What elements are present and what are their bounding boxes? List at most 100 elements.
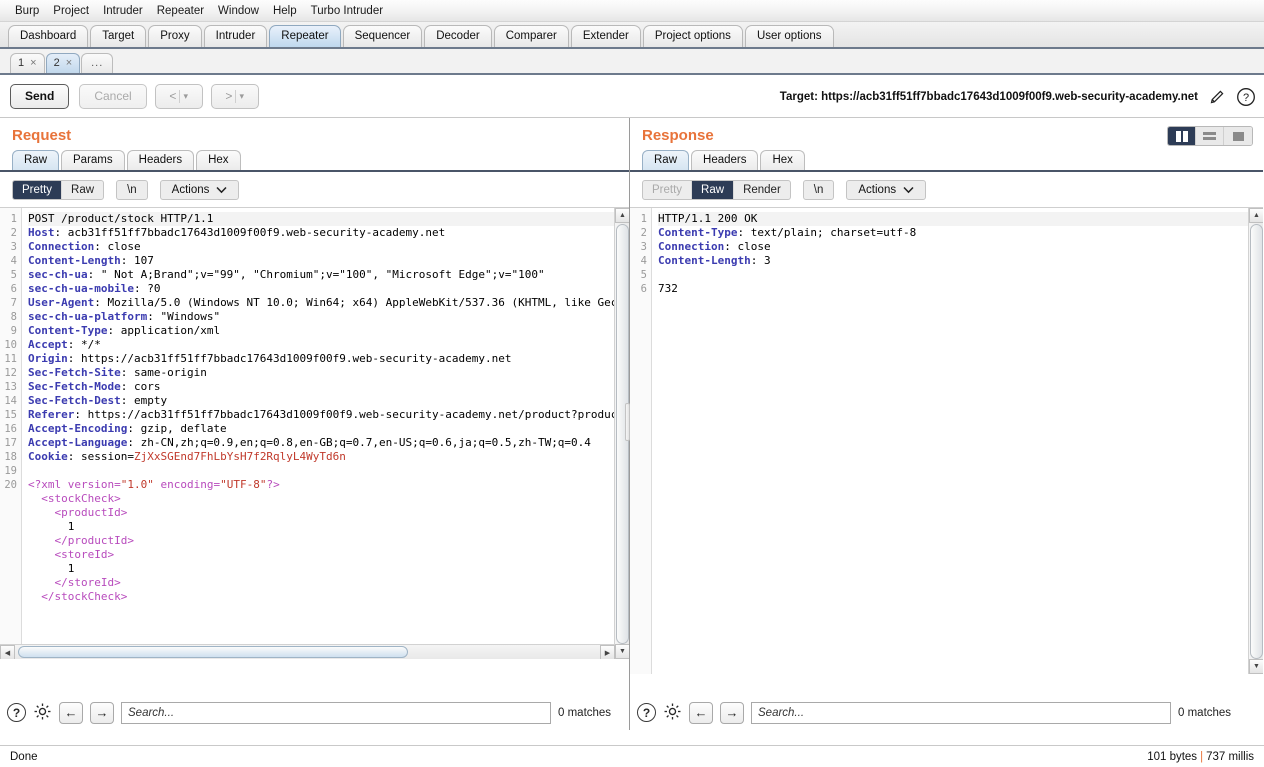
chevron-down-icon[interactable]: ▾ (239, 91, 244, 102)
request-view-pretty[interactable]: Pretty (13, 181, 63, 199)
tab-intruder[interactable]: Intruder (203, 25, 268, 47)
request-tab-raw[interactable]: Raw (12, 150, 60, 170)
menu-item-burp[interactable]: Burp (8, 3, 46, 19)
request-line-numbers: 1 2 3 4 5 6 7 8 9 10 11 12 13 14 15 16 17 18 19 20 (0, 208, 22, 659)
chevron-down-icon[interactable]: ▾ (183, 91, 188, 102)
menu-item-intruder[interactable]: Intruder (96, 3, 150, 19)
code-line: Content-Length: 107 (28, 254, 154, 267)
scroll-up-icon[interactable]: ▲ (1249, 208, 1263, 223)
search-next-button[interactable]: → (720, 701, 744, 724)
code-line: HTTP/1.1 200 OK (658, 212, 1263, 226)
request-editor[interactable]: 1 2 3 4 5 6 7 8 9 10 11 12 13 14 15 16 17 18 19 20 POST /pr… (0, 207, 629, 659)
menu-item-turbo-intruder[interactable]: Turbo Intruder (304, 3, 390, 19)
request-search-bar: ? ← → Search... 0 matches (0, 695, 611, 730)
gear-icon[interactable] (33, 702, 52, 724)
code-line: Sec-Fetch-Dest: empty (28, 394, 168, 407)
help-icon[interactable]: ? (1236, 87, 1256, 107)
response-code[interactable]: HTTP/1.1 200 OK Content-Type: text/plain;… (652, 208, 1263, 674)
repeater-tab-more[interactable]: ... (81, 53, 114, 73)
response-editor[interactable]: 1 2 3 4 5 6 HTTP/1.1 200 OK Content-Type: text… (630, 207, 1263, 674)
response-view-pretty[interactable]: Pretty (643, 181, 693, 199)
menu-item-project[interactable]: Project (46, 3, 96, 19)
response-tab-headers[interactable]: Headers (691, 150, 759, 170)
tab-project-options[interactable]: Project options (642, 25, 743, 47)
request-newline-toggle[interactable]: \n (116, 180, 148, 200)
tab-decoder[interactable]: Decoder (424, 25, 492, 47)
tab-comparer[interactable]: Comparer (493, 25, 569, 47)
repeater-tab-1[interactable]: 1 × (10, 53, 45, 73)
close-icon[interactable]: × (30, 54, 36, 73)
response-size: 101 bytes (1147, 750, 1198, 763)
search-next-button[interactable]: → (90, 701, 114, 724)
response-tab-hex[interactable]: Hex (760, 150, 805, 170)
back-button[interactable]: < ▾ (154, 83, 203, 109)
search-help-icon[interactable]: ? (7, 703, 26, 722)
cancel-button[interactable]: Cancel (79, 83, 147, 109)
scrollbar-thumb[interactable] (18, 646, 408, 658)
forward-button[interactable]: > ▾ (210, 83, 259, 109)
back-arrow-icon: < (169, 89, 177, 103)
pane-splitter-handle[interactable] (625, 403, 630, 441)
request-tab-params[interactable]: Params (61, 150, 125, 170)
menu-item-help[interactable]: Help (266, 3, 304, 19)
response-search-bar: ? ← → Search... 0 matches (630, 695, 1231, 730)
request-title: Request (12, 127, 72, 144)
layout-side-by-side-button[interactable] (1168, 127, 1196, 145)
tab-user-options[interactable]: User options (744, 25, 834, 47)
tab-target[interactable]: Target (90, 25, 147, 47)
response-actions-button[interactable]: Actions (846, 180, 927, 200)
layout-single-button[interactable] (1224, 127, 1252, 145)
scroll-down-icon[interactable]: ▼ (1249, 659, 1263, 674)
tab-extender[interactable]: Extender (570, 25, 641, 47)
response-view-raw[interactable]: Raw (692, 181, 735, 199)
chevron-down-icon (903, 186, 914, 194)
close-icon[interactable]: × (66, 54, 72, 73)
code-line: </stockCheck> (28, 590, 128, 603)
code-line: <?xml version="1.0" encoding="UTF-8"?> (28, 478, 280, 491)
repeater-tab-2[interactable]: 2 × (45, 53, 81, 73)
menu-item-window[interactable]: Window (211, 3, 266, 19)
line-number (0, 562, 21, 576)
line-number (0, 506, 21, 520)
gear-icon[interactable] (663, 702, 682, 724)
tab-proxy[interactable]: Proxy (148, 25, 202, 47)
response-tab-bar: Raw Headers Hex (630, 150, 1263, 172)
response-match-count: 0 matches (1178, 706, 1232, 719)
request-view-raw[interactable]: Raw (62, 181, 103, 199)
response-search-input[interactable]: Search... (751, 701, 1171, 724)
code-line: Content-Type: application/xml (28, 324, 221, 337)
response-metrics: 101 bytes | 737 millis (1147, 751, 1254, 763)
scroll-right-icon[interactable]: ▶ (600, 645, 615, 659)
tab-dashboard[interactable]: Dashboard (8, 25, 89, 47)
layout-stacked-button[interactable] (1196, 127, 1224, 145)
scrollbar-thumb[interactable] (1250, 224, 1263, 659)
line-number: 1 (10, 213, 17, 225)
scroll-down-icon[interactable]: ▼ (615, 644, 629, 659)
search-prev-button[interactable]: ← (689, 701, 713, 724)
request-horizontal-scrollbar[interactable]: ◀ ▶ (0, 644, 615, 659)
scroll-up-icon[interactable]: ▲ (615, 208, 629, 223)
search-prev-button[interactable]: ← (59, 701, 83, 724)
response-newline-toggle[interactable]: \n (802, 180, 835, 200)
menu-item-repeater[interactable]: Repeater (150, 3, 211, 19)
request-tab-headers[interactable]: Headers (126, 150, 195, 170)
tab-sequencer[interactable]: Sequencer (342, 25, 423, 47)
request-search-input[interactable]: Search... (121, 701, 551, 724)
response-tab-raw[interactable]: Raw (642, 150, 690, 170)
repeater-tab-bar: 1 × 2 × ... (0, 49, 1264, 75)
pencil-icon[interactable] (1208, 88, 1226, 106)
search-help-icon[interactable]: ? (637, 703, 656, 722)
request-code[interactable]: POST /product/stock HTTP/1.1 Host: acb31f… (22, 208, 629, 659)
request-actions-button[interactable]: Actions (159, 180, 240, 200)
response-vertical-scrollbar[interactable]: ▲ ▼ (1248, 208, 1263, 674)
line-number: 7 (10, 297, 17, 309)
tab-repeater[interactable]: Repeater (269, 25, 341, 47)
response-view-render[interactable]: Render (734, 181, 790, 199)
code-line: <storeId> (28, 548, 115, 561)
line-number: 15 (4, 409, 17, 421)
scroll-left-icon[interactable]: ◀ (0, 645, 15, 659)
send-button[interactable]: Send (10, 83, 70, 109)
status-bar: Done 101 bytes | 737 millis (0, 745, 1264, 767)
request-tab-hex[interactable]: Hex (196, 150, 241, 170)
code-line: 732 (658, 282, 678, 295)
